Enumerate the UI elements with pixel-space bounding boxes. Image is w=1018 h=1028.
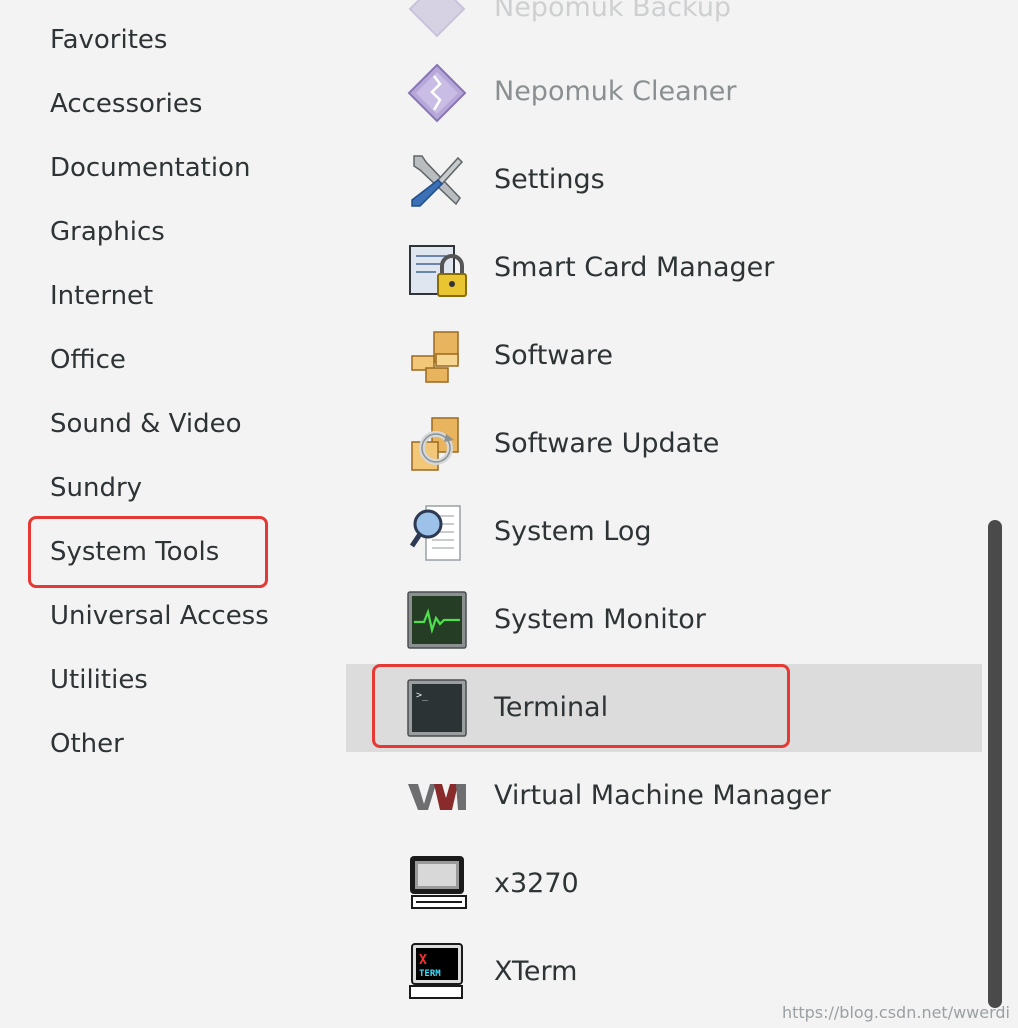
app-system-log[interactable]: System Log	[346, 488, 982, 576]
svg-text:>_: >_	[416, 690, 429, 701]
x3270-terminal-icon	[410, 856, 467, 909]
app-software-update[interactable]: Software Update	[346, 400, 982, 488]
terminal-icon: >_	[407, 679, 467, 737]
app-label: Software Update	[494, 428, 720, 459]
svg-text:X: X	[419, 953, 427, 968]
app-label: Software	[494, 340, 614, 371]
system-log-magnifier-icon	[409, 505, 461, 561]
app-software[interactable]: Software	[346, 312, 982, 400]
app-label: Smart Card Manager	[494, 252, 775, 283]
app-settings[interactable]: Settings	[346, 136, 982, 224]
smart-card-lock-icon	[409, 245, 467, 297]
application-list: Nepomuk Backup Nepomuk Cleaner Settings …	[346, 0, 982, 1028]
nepomuk-icon	[408, 0, 466, 38]
category-internet[interactable]: Internet	[50, 276, 153, 316]
category-utilities[interactable]: Utilities	[50, 660, 148, 700]
category-sound-video[interactable]: Sound & Video	[50, 404, 242, 444]
xterm-icon: X TERM	[409, 943, 463, 999]
category-accessories[interactable]: Accessories	[50, 84, 202, 124]
category-documentation[interactable]: Documentation	[50, 148, 250, 188]
scrollbar[interactable]	[982, 0, 1018, 1028]
vmm-logo-icon	[408, 784, 466, 810]
app-label: Terminal	[494, 692, 609, 723]
app-smart-card-manager[interactable]: Smart Card Manager	[346, 224, 982, 312]
app-terminal[interactable]: >_ Terminal	[346, 664, 982, 752]
app-label: XTerm	[494, 956, 578, 987]
category-universal-access[interactable]: Universal Access	[50, 596, 269, 636]
app-label: System Monitor	[494, 604, 706, 635]
software-update-icon	[411, 417, 459, 471]
app-label: Nepomuk Backup	[494, 0, 732, 23]
category-list: Favorites Accessories Documentation Grap…	[0, 0, 346, 1028]
app-nepomuk-backup[interactable]: Nepomuk Backup	[346, 0, 982, 52]
scrollbar-thumb[interactable]	[988, 520, 1002, 1008]
app-label: Nepomuk Cleaner	[494, 76, 737, 107]
app-label: Virtual Machine Manager	[494, 780, 831, 811]
category-office[interactable]: Office	[50, 340, 126, 380]
svg-text:TERM: TERM	[419, 969, 441, 979]
software-packages-icon	[411, 331, 459, 383]
app-x3270[interactable]: x3270	[346, 840, 982, 928]
category-system-tools[interactable]: System Tools	[50, 532, 219, 572]
watermark-text: https://blog.csdn.net/wwerdi	[781, 1003, 1010, 1022]
category-sundry[interactable]: Sundry	[50, 468, 142, 508]
app-nepomuk-cleaner[interactable]: Nepomuk Cleaner	[346, 48, 982, 136]
app-label: x3270	[494, 868, 579, 899]
system-monitor-icon	[407, 591, 467, 649]
app-virtual-machine-manager[interactable]: Virtual Machine Manager	[346, 752, 982, 840]
category-graphics[interactable]: Graphics	[50, 212, 165, 252]
nepomuk-icon	[407, 63, 467, 123]
app-label: System Log	[494, 516, 652, 547]
category-other[interactable]: Other	[50, 724, 124, 764]
app-label: Settings	[494, 164, 605, 195]
category-favorites[interactable]: Favorites	[50, 20, 167, 60]
app-system-monitor[interactable]: System Monitor	[346, 576, 982, 664]
settings-tools-icon	[411, 155, 464, 207]
